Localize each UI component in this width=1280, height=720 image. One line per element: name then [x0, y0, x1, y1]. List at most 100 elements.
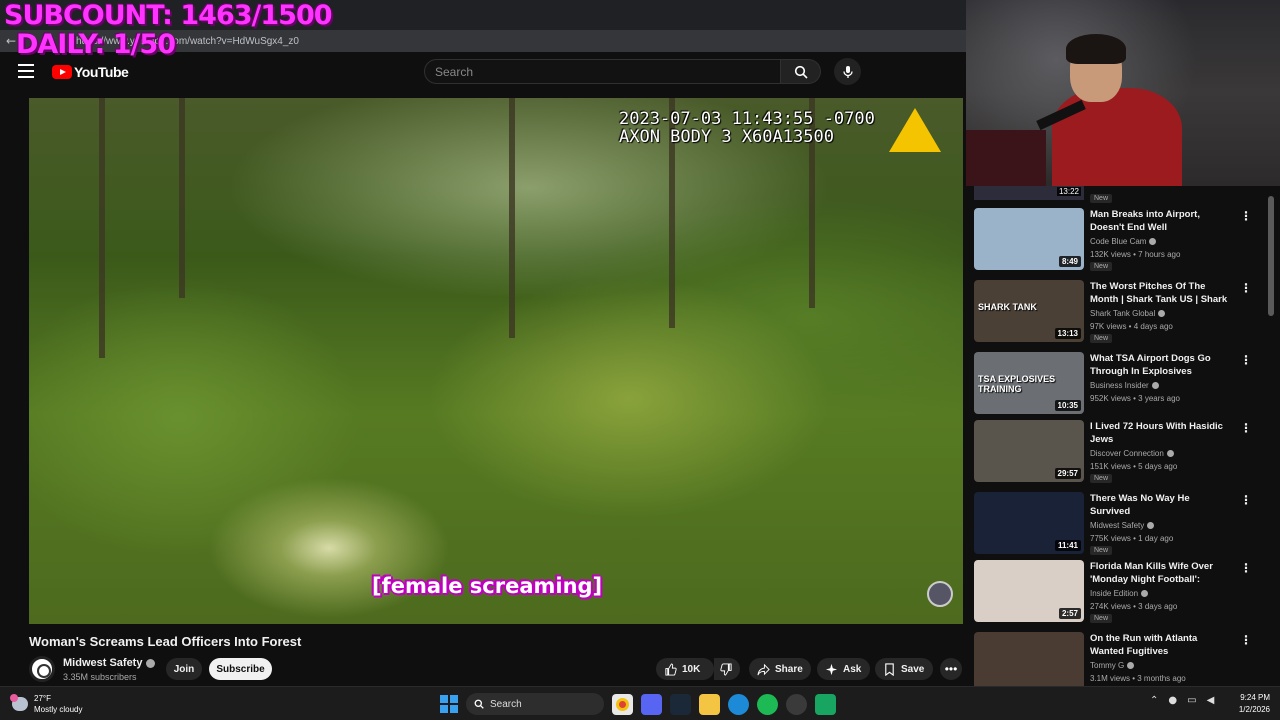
weather-widget[interactable]: 27°F Mostly cloudy	[10, 693, 82, 715]
new-badge: New	[1090, 546, 1113, 555]
subscribe-button[interactable]: Subscribe	[209, 658, 272, 680]
video-thumbnail[interactable]: TSA EXPLOSIVES TRAINING 10:35	[974, 352, 1084, 414]
duration-badge: 11:41	[1054, 540, 1081, 551]
microphone-tray-icon[interactable]: ●	[1168, 695, 1177, 706]
more-vertical-icon[interactable]: ⋮	[1240, 634, 1252, 646]
bodycam-timestamp: 2023-07-03 11:43:55 -0700 AXON BODY 3 X6…	[619, 110, 875, 146]
more-vertical-icon[interactable]: ⋮	[1240, 210, 1252, 222]
video-meta: 775K views • 1 day ago	[1090, 534, 1174, 543]
recommended-channel[interactable]: Midwest Safety	[1090, 521, 1155, 530]
recommended-channel-name[interactable]: Business Insider	[1090, 381, 1149, 390]
channel-watermark-icon[interactable]	[927, 581, 953, 607]
dislike-button[interactable]	[714, 658, 740, 680]
video-thumbnail[interactable]: 11:41	[974, 492, 1084, 554]
video-thumbnail[interactable]	[974, 632, 1084, 686]
verified-icon	[1158, 310, 1166, 317]
recommended-channel[interactable]: Business Insider	[1090, 381, 1159, 390]
recommended-channel-name[interactable]: Midwest Safety	[1090, 521, 1144, 530]
network-icon[interactable]: ▭	[1187, 695, 1196, 706]
recommended-video[interactable]: SHARK TANK 13:13 The Worst Pitches Of The …	[974, 280, 1274, 344]
new-badge: New	[1090, 334, 1113, 343]
scrollbar-thumb[interactable]	[1268, 196, 1274, 316]
streamer-hair	[1066, 34, 1126, 64]
menu-icon[interactable]	[18, 64, 34, 78]
new-badge: New	[1090, 262, 1113, 271]
steam-icon[interactable]	[670, 693, 691, 715]
axon-logo-icon	[889, 108, 941, 152]
recommended-video[interactable]: 11:41 There Was No Way He Survived Midwest…	[974, 492, 1274, 556]
recommended-video[interactable]: 8:49 Man Breaks into Airport, Doesn't End…	[974, 208, 1274, 272]
channel-name-text[interactable]: Midwest Safety	[63, 657, 142, 669]
voice-search-button[interactable]	[834, 58, 861, 85]
video-thumbnail[interactable]: 8:49	[974, 208, 1084, 270]
like-button[interactable]: 10K	[656, 658, 714, 680]
recommended-video-title[interactable]: Florida Man Kills Wife Over 'Monday Nigh…	[1090, 560, 1230, 586]
video-thumbnail[interactable]: 29:57	[974, 420, 1084, 482]
channel-name[interactable]: Midwest Safety	[63, 657, 156, 669]
obs-icon[interactable]	[786, 693, 807, 715]
webcam-feed	[966, 0, 1280, 186]
recommended-video-title[interactable]: Man Breaks into Airport, Doesn't End Wel…	[1090, 208, 1230, 234]
recommended-channel-name[interactable]: Discover Connection	[1090, 449, 1164, 458]
duration-badge: 13:13	[1054, 328, 1081, 339]
more-vertical-icon[interactable]: ⋮	[1240, 494, 1252, 506]
recommended-video-title[interactable]: On the Run with Atlanta Wanted Fugitives	[1090, 632, 1230, 658]
more-vertical-icon[interactable]: ⋮	[1240, 422, 1252, 434]
duration-badge: 10:35	[1054, 400, 1081, 411]
thumbs-down-icon	[720, 662, 732, 676]
video-caption: [female screaming]	[372, 574, 603, 598]
spotify-icon[interactable]	[757, 693, 778, 715]
file-explorer-icon[interactable]	[699, 693, 720, 715]
join-button[interactable]: Join	[166, 658, 202, 680]
youtube-logo[interactable]: YouTube	[52, 64, 129, 80]
edge-icon[interactable]	[728, 693, 749, 715]
app-icon[interactable]	[815, 693, 836, 715]
video-player[interactable]: 2023-07-03 11:43:55 -0700 AXON BODY 3 X6…	[29, 98, 963, 624]
recommended-channel[interactable]: Discover Connection	[1090, 449, 1174, 458]
duration-badge: 29:57	[1054, 468, 1081, 479]
recommended-channel-name[interactable]: Tommy G	[1090, 661, 1124, 670]
video-meta: 97K views • 4 days ago	[1090, 322, 1173, 331]
video-thumbnail[interactable]: 2:57	[974, 560, 1084, 622]
recommended-channel[interactable]: Shark Tank Global	[1090, 309, 1166, 318]
more-vertical-icon[interactable]: ⋮	[1240, 354, 1252, 366]
chrome-icon[interactable]	[612, 693, 633, 715]
save-button[interactable]: Save	[875, 658, 933, 680]
recommended-video[interactable]: 29:57 I Lived 72 Hours With Hasidic Jews D…	[974, 420, 1274, 484]
more-actions-button[interactable]: •••	[940, 658, 962, 680]
verified-icon	[1147, 522, 1155, 529]
system-clock[interactable]: 9:24 PM 1/2/2026	[1228, 692, 1270, 716]
share-icon	[757, 663, 770, 675]
recommended-channel[interactable]: Inside Edition	[1090, 589, 1149, 598]
recommended-video-title[interactable]: There Was No Way He Survived	[1090, 492, 1230, 518]
sidebar-scrollbar[interactable]	[1268, 186, 1274, 686]
partial-video-thumbnail[interactable]: 13:22	[974, 186, 1084, 200]
recommended-video-title[interactable]: What TSA Airport Dogs Go Through In Expl…	[1090, 352, 1230, 378]
system-tray: ⌃ ● ▭ ◀	[1150, 695, 1214, 706]
volume-icon[interactable]: ◀	[1207, 695, 1215, 706]
recommended-video[interactable]: On the Run with Atlanta Wanted Fugitives…	[974, 632, 1274, 686]
search-input[interactable]	[424, 59, 781, 84]
discord-icon[interactable]	[641, 693, 662, 715]
more-vertical-icon[interactable]: ⋮	[1240, 282, 1252, 294]
recommended-channel-name[interactable]: Inside Edition	[1090, 589, 1138, 598]
windows-start-icon[interactable]	[440, 695, 458, 713]
ask-button[interactable]: Ask	[817, 658, 870, 680]
share-button[interactable]: Share	[749, 658, 811, 680]
recommended-channel-name[interactable]: Code Blue Cam	[1090, 237, 1146, 246]
recommended-channel[interactable]: Tommy G	[1090, 661, 1135, 670]
chevron-up-icon[interactable]: ⌃	[1150, 695, 1158, 706]
more-vertical-icon[interactable]: ⋮	[1240, 562, 1252, 574]
channel-avatar[interactable]	[29, 656, 55, 682]
video-thumbnail[interactable]: SHARK TANK 13:13	[974, 280, 1084, 342]
search-button[interactable]	[781, 59, 821, 84]
recommended-video-title[interactable]: I Lived 72 Hours With Hasidic Jews	[1090, 420, 1230, 446]
recommended-video[interactable]: TSA EXPLOSIVES TRAINING 10:35 What TSA Air…	[974, 352, 1274, 416]
taskbar-search[interactable]: Search	[466, 693, 604, 715]
recommended-channel-name[interactable]: Shark Tank Global	[1090, 309, 1155, 318]
verified-icon	[1149, 238, 1157, 245]
recommended-channel[interactable]: Code Blue Cam	[1090, 237, 1157, 246]
windows-taskbar: 27°F Mostly cloudy Search ⌃ ● ▭ ◀ 9:24 P…	[0, 686, 1280, 720]
recommended-video-title[interactable]: The Worst Pitches Of The Month | Shark T…	[1090, 280, 1230, 306]
recommended-video[interactable]: 2:57 Florida Man Kills Wife Over 'Monday …	[974, 560, 1274, 624]
